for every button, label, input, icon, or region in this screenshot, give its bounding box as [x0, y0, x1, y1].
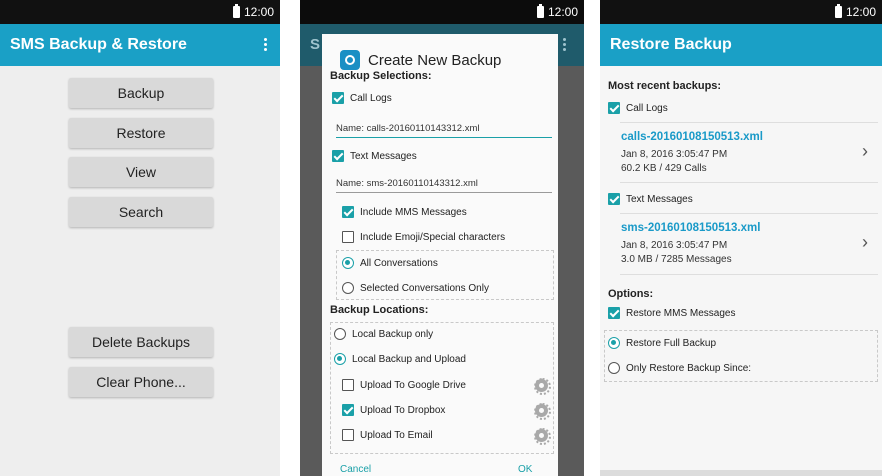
restore-call-logs-row[interactable]: Call Logs: [608, 102, 668, 114]
bottom-bar: [600, 470, 882, 476]
status-time: 12:00: [243, 5, 274, 19]
radio-unselected-icon[interactable]: [608, 362, 620, 374]
checkbox-checked-icon[interactable]: [608, 193, 620, 205]
backup-selections-heading: Backup Selections:: [330, 70, 432, 82]
screen-title: Restore Backup: [610, 36, 732, 53]
app-bar: SMS Backup & Restore: [0, 24, 280, 66]
status-time: 12:00: [845, 5, 876, 19]
most-recent-heading: Most recent backups:: [608, 80, 722, 92]
gear-icon[interactable]: [534, 428, 551, 445]
backup-button[interactable]: Backup: [69, 78, 213, 108]
backup-locations-heading: Backup Locations:: [330, 304, 429, 316]
restore-button[interactable]: Restore: [69, 118, 213, 148]
divider: [620, 182, 878, 183]
app-title: SMS Backup & Restore: [10, 36, 187, 53]
chevron-right-icon[interactable]: ›: [862, 232, 868, 253]
restore-since-label: Only Restore Backup Since:: [626, 362, 752, 374]
google-drive-label: Upload To Google Drive: [360, 379, 466, 391]
sms-date: Jan 8, 2016 3:05:47 PM: [621, 240, 728, 251]
restore-text-messages-row[interactable]: Text Messages: [608, 193, 693, 205]
gear-icon[interactable]: [534, 403, 551, 420]
options-heading: Options:: [608, 288, 654, 300]
selected-conversations-label: Selected Conversations Only: [360, 282, 489, 294]
radio-unselected-icon[interactable]: [342, 282, 354, 294]
calls-filename-field[interactable]: Name: calls-20160110143312.xml: [336, 123, 552, 138]
app-bar: Restore Backup: [600, 24, 882, 66]
google-drive-row[interactable]: Upload To Google Drive: [342, 379, 466, 391]
calls-date: Jan 8, 2016 3:05:47 PM: [621, 149, 728, 160]
radio-selected-icon[interactable]: [608, 337, 620, 349]
dialog-header: Create New Backup: [340, 50, 501, 70]
divider: [620, 274, 878, 275]
call-logs-label: Call Logs: [350, 92, 392, 104]
create-backup-dialog: Create New Backup Backup Selections: Cal…: [322, 34, 558, 476]
clear-phone-button[interactable]: Clear Phone...: [69, 367, 213, 397]
include-mms-label: Include MMS Messages: [360, 206, 467, 218]
all-conversations-row[interactable]: All Conversations: [342, 257, 438, 269]
screen-create-backup: 12:00 S Create New Backup Backup Selecti…: [300, 0, 584, 476]
dimmed-title: S: [310, 36, 321, 53]
dimmed-menu-icon: [563, 38, 566, 51]
delete-backups-button[interactable]: Delete Backups: [69, 327, 213, 357]
divider: [620, 213, 878, 214]
radio-selected-icon[interactable]: [342, 257, 354, 269]
email-row[interactable]: Upload To Email: [342, 429, 433, 441]
sms-size: 3.0 MB / 7285 Messages: [621, 254, 732, 265]
checkbox-unchecked-icon[interactable]: [342, 231, 354, 243]
email-label: Upload To Email: [360, 429, 433, 441]
screen-main-menu: 12:00 SMS Backup & Restore Backup Restor…: [0, 0, 280, 476]
text-messages-label: Text Messages: [626, 193, 693, 205]
restore-full-label: Restore Full Backup: [626, 337, 717, 349]
calls-file-name: calls-20160108150513.xml: [621, 131, 763, 143]
cancel-button[interactable]: Cancel: [340, 464, 371, 475]
dialog-title: Create New Backup: [368, 51, 502, 69]
restore-since-row[interactable]: Only Restore Backup Since:: [608, 362, 751, 374]
dropbox-label: Upload To Dropbox: [360, 404, 446, 416]
overflow-menu-icon[interactable]: [264, 38, 268, 53]
battery-icon: [232, 4, 240, 18]
sms-file-name: sms-20160108150513.xml: [621, 222, 761, 234]
chevron-right-icon[interactable]: ›: [862, 141, 868, 162]
restore-full-row[interactable]: Restore Full Backup: [608, 337, 716, 349]
checkbox-checked-icon[interactable]: [608, 102, 620, 114]
restore-mms-label: Restore MMS Messages: [626, 307, 736, 319]
dropbox-row[interactable]: Upload To Dropbox: [342, 404, 445, 416]
divider: [620, 122, 878, 123]
call-logs-checkbox-row[interactable]: Call Logs: [332, 92, 392, 104]
checkbox-unchecked-icon[interactable]: [342, 379, 354, 391]
restore-mms-row[interactable]: Restore MMS Messages: [608, 307, 735, 319]
call-logs-label: Call Logs: [626, 102, 668, 114]
battery-icon: [536, 4, 544, 18]
include-mms-row[interactable]: Include MMS Messages: [342, 206, 467, 218]
checkbox-checked-icon[interactable]: [608, 307, 620, 319]
calls-size: 60.2 KB / 429 Calls: [621, 163, 707, 174]
status-bar: 12:00: [0, 0, 280, 24]
status-bar: 12:00: [300, 0, 584, 24]
battery-icon: [834, 4, 842, 18]
text-messages-checkbox-row[interactable]: Text Messages: [332, 150, 417, 162]
all-conversations-label: All Conversations: [360, 257, 438, 269]
checkbox-checked-icon[interactable]: [342, 404, 354, 416]
status-time: 12:00: [547, 5, 578, 19]
checkbox-checked-icon[interactable]: [332, 92, 344, 104]
selected-conversations-row[interactable]: Selected Conversations Only: [342, 282, 489, 294]
text-messages-label: Text Messages: [350, 150, 417, 162]
app-logo-icon: [340, 50, 360, 70]
view-button[interactable]: View: [69, 157, 213, 187]
include-emoji-row[interactable]: Include Emoji/Special characters: [342, 231, 505, 243]
checkbox-unchecked-icon[interactable]: [342, 429, 354, 441]
status-bar: 12:00: [600, 0, 882, 24]
sms-filename-field[interactable]: Name: sms-20160110143312.xml: [336, 178, 552, 193]
search-button[interactable]: Search: [69, 197, 213, 227]
screen-restore-backup: 12:00 Restore Backup Most recent backups…: [600, 0, 882, 476]
checkbox-checked-icon[interactable]: [342, 206, 354, 218]
ok-button[interactable]: OK: [518, 464, 532, 475]
gear-icon[interactable]: [534, 378, 551, 395]
checkbox-checked-icon[interactable]: [332, 150, 344, 162]
include-emoji-label: Include Emoji/Special characters: [360, 231, 506, 243]
